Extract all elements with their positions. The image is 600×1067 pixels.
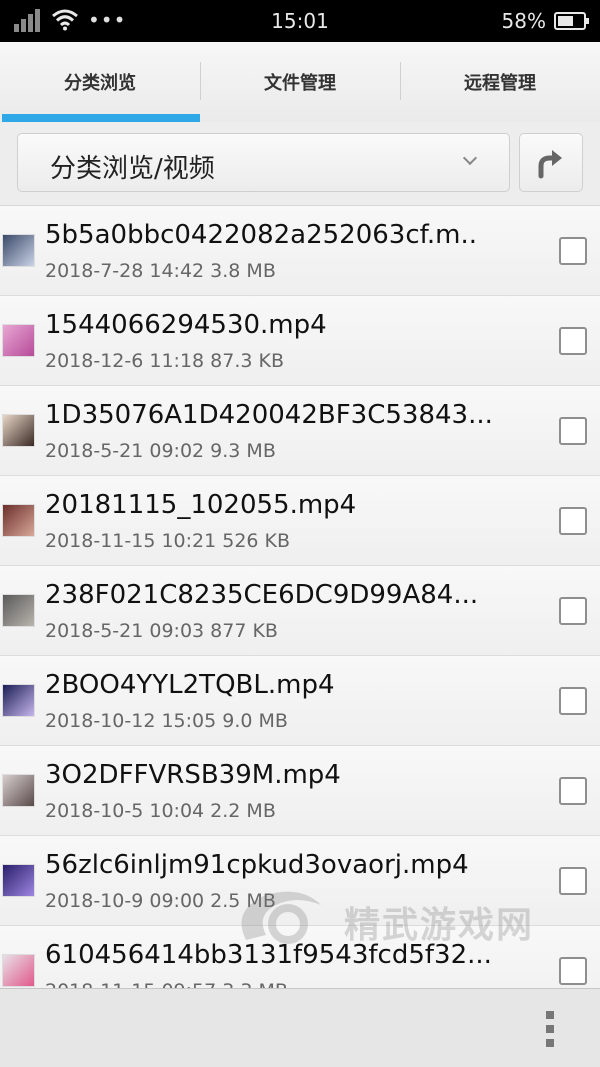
video-thumbnail [2,774,35,807]
tab-remote-management[interactable]: 远程管理 [400,42,600,122]
status-right: 58% [501,9,589,33]
file-row[interactable]: 1544066294530.mp4 2018-12-6 11:18 87.3 K… [0,296,600,386]
video-thumbnail [2,684,35,717]
status-bar: ••• 15:01 58% [0,0,600,42]
chevron-down-icon [462,150,478,166]
file-row[interactable]: 3O2DFFVRSB39M.mp4 2018-10-5 10:04 2.2 MB [0,746,600,836]
file-row[interactable]: 20181115_102055.mp4 2018-11-15 10:21 526… [0,476,600,566]
file-name: 1D35076A1D420042BF3C53843... [45,400,493,430]
file-checkbox[interactable] [559,777,587,805]
path-dropdown[interactable]: 分类浏览/视频 [17,133,510,192]
file-list[interactable]: 5b5a0bbc0422082a252063cf.m.. 2018-7-28 1… [0,206,600,988]
file-checkbox[interactable] [559,417,587,445]
tab-file-management[interactable]: 文件管理 [200,42,400,122]
file-checkbox[interactable] [559,957,587,985]
tab-category-browse[interactable]: 分类浏览 [0,42,200,122]
video-thumbnail [2,864,35,897]
video-thumbnail [2,504,35,537]
file-meta: 2018-12-6 11:18 87.3 KB [45,350,285,372]
file-checkbox[interactable] [559,237,587,265]
file-name: 610456414bb3131f9543fcd5f32... [45,940,492,970]
video-thumbnail [2,414,35,447]
file-name: 2BOO4YYL2TQBL.mp4 [45,670,335,700]
file-meta: 2018-11-15 10:21 526 KB [45,530,291,552]
file-row[interactable]: 5b5a0bbc0422082a252063cf.m.. 2018-7-28 1… [0,206,600,296]
file-row[interactable]: 1D35076A1D420042BF3C53843... 2018-5-21 0… [0,386,600,476]
path-text: 分类浏览/视频 [50,154,215,184]
battery-percent: 58% [501,9,546,33]
file-name: 20181115_102055.mp4 [45,490,357,520]
path-bar: 分类浏览/视频 [0,122,600,206]
up-directory-button[interactable] [519,133,583,192]
file-row[interactable]: 2BOO4YYL2TQBL.mp4 2018-10-12 15:05 9.0 M… [0,656,600,746]
file-checkbox[interactable] [559,867,587,895]
file-meta: 2018-7-28 14:42 3.8 MB [45,260,276,282]
more-vert-icon[interactable] [540,1009,560,1049]
video-thumbnail [2,234,35,267]
file-checkbox[interactable] [559,327,587,355]
file-checkbox[interactable] [559,597,587,625]
file-name: 1544066294530.mp4 [45,310,327,340]
file-meta: 2018-10-5 10:04 2.2 MB [45,800,276,822]
file-meta: 2018-5-21 09:03 877 KB [45,620,278,642]
file-name: 56zlc6inljm91cpkud3ovaorj.mp4 [45,850,469,880]
video-thumbnail [2,594,35,627]
file-row[interactable]: 610456414bb3131f9543fcd5f32... 2018-11-1… [0,926,600,988]
file-meta: 2018-5-21 09:02 9.3 MB [45,440,276,462]
up-arrow-icon [538,149,562,178]
file-row[interactable]: 56zlc6inljm91cpkud3ovaorj.mp4 2018-10-9 … [0,836,600,926]
file-name: 238F021C8235CE6DC9D99A84... [45,580,479,610]
file-checkbox[interactable] [559,507,587,535]
tab-bar: 分类浏览 文件管理 远程管理 [0,42,600,122]
file-name: 3O2DFFVRSB39M.mp4 [45,760,341,790]
video-thumbnail [2,954,35,987]
file-checkbox[interactable] [559,687,587,715]
file-meta: 2018-10-9 09:00 2.5 MB [45,890,276,912]
video-thumbnail [2,324,35,357]
bottom-bar [0,988,600,1067]
file-meta: 2018-10-12 15:05 9.0 MB [45,710,288,732]
file-name: 5b5a0bbc0422082a252063cf.m.. [45,220,478,250]
file-row[interactable]: 238F021C8235CE6DC9D99A84... 2018-5-21 09… [0,566,600,656]
battery-icon [554,12,589,30]
file-meta: 2018-11-15 09:57 3.3 MB [45,980,288,988]
